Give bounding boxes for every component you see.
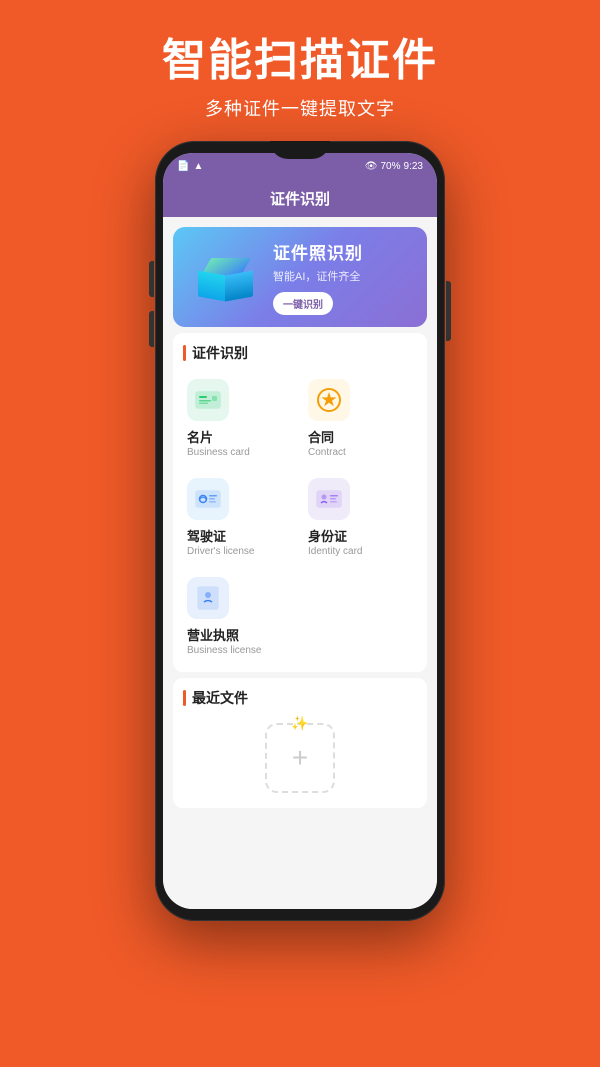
notch [270,141,330,159]
section-bar-icon [183,345,186,361]
battery-text: 70% [381,161,401,172]
contract-sub: Contract [308,447,346,458]
recent-section-title: 最近文件 [192,688,248,708]
business-card-icon [187,379,229,421]
volume-button [149,311,154,347]
document-icon: 📄 [177,161,189,172]
business-license-name: 营业执照 [187,625,239,644]
status-left: 📄 ▲ [177,161,203,172]
banner-main-text: 证件照识别 [273,239,415,264]
drivers-license-name: 驾驶证 [187,526,226,545]
business-card-sub: Business card [187,447,250,458]
app-bar: 证件识别 [163,181,437,217]
time-display: 9:23 [404,161,423,172]
eye-icon: 👁 [365,161,378,172]
business-license-item[interactable]: 营业执照 Business license [183,571,296,662]
banner-text-area: 证件照识别 智能AI，证件齐全 一键识别 [265,239,415,315]
identity-card-name: 身份证 [308,526,347,545]
screen-content[interactable]: 证件照识别 智能AI，证件齐全 一键识别 证件识别 [163,217,437,909]
identity-card-sub: Identity card [308,546,362,557]
business-license-icon [187,577,229,619]
box-right [225,271,253,302]
certificate-section: 证件识别 [173,333,427,672]
recent-section: 最近文件 ✨ + [173,678,427,808]
spark-icon: ✨ [291,715,308,732]
box-left [198,271,226,302]
business-license-sub: Business license [187,645,261,656]
header-section: 智能扫描证件 多种证件一键提取文字 [0,0,600,121]
drivers-license-icon [187,478,229,520]
status-right: 👁 70% 9:23 [365,161,423,172]
section-header: 证件识别 [183,343,417,363]
banner-sub-text: 智能AI，证件齐全 [273,268,415,284]
contract-icon [308,379,350,421]
sub-title: 多种证件一键提取文字 [0,95,600,121]
drivers-license-sub: Driver's license [187,546,254,557]
wifi-icon: ▲ [193,161,203,172]
one-click-recognize-button[interactable]: 一键识别 [273,292,333,315]
identity-card-icon [308,478,350,520]
business-card-item[interactable]: 名片 Business card [183,373,296,464]
empty-recent: ✨ + [183,718,417,798]
phone-mockup: 📄 ▲ 👁 70% 9:23 证件识别 [0,141,600,921]
banner[interactable]: 证件照识别 智能AI，证件齐全 一键识别 [173,227,427,327]
business-card-name: 名片 [187,427,213,446]
section-title: 证件识别 [192,343,248,363]
drivers-license-item[interactable]: 驾驶证 Driver's license [183,472,296,563]
contract-name: 合同 [308,427,334,446]
phone-frame: 📄 ▲ 👁 70% 9:23 证件识别 [155,141,445,921]
banner-icon-area [185,242,265,312]
identity-card-item[interactable]: 身份证 Identity card [304,472,417,563]
recent-section-header: 最近文件 [183,688,417,708]
grid-items: 名片 Business card [183,373,417,662]
main-title: 智能扫描证件 [0,36,600,87]
recent-section-bar [183,690,186,706]
plus-icon: + [292,742,308,774]
phone-screen: 📄 ▲ 👁 70% 9:23 证件识别 [163,153,437,909]
contract-item[interactable]: 合同 Contract [304,373,417,464]
3d-box-icon [198,254,253,299]
app-bar-title: 证件识别 [270,188,330,209]
add-file-placeholder[interactable]: ✨ + [265,723,335,793]
